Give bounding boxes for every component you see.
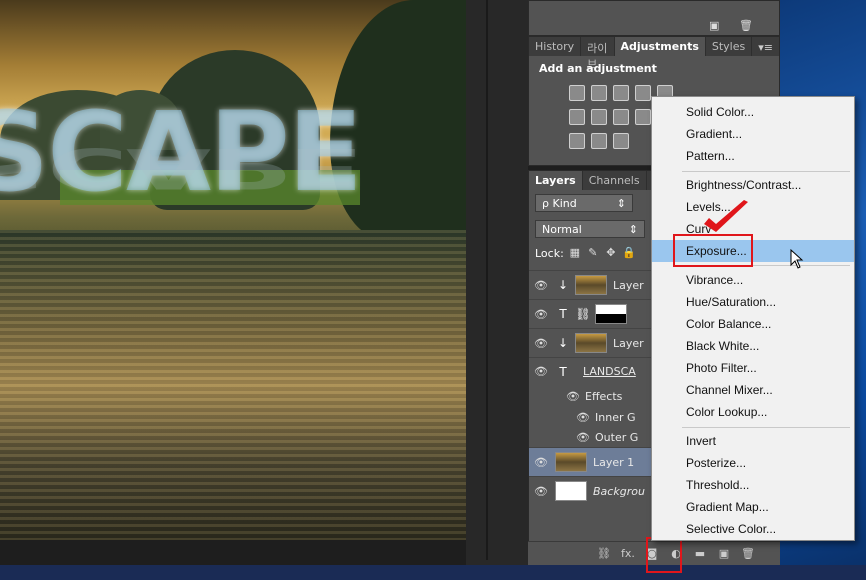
lock-label: Lock: <box>535 246 564 260</box>
hue-saturation-icon[interactable] <box>569 109 585 125</box>
folder-icon[interactable]: ▬ <box>692 547 708 560</box>
effect-name: Outer G <box>595 430 639 444</box>
lock-brush-icon[interactable]: ✎ <box>586 246 600 260</box>
layer-thumbnail <box>555 452 587 472</box>
layer-name: Backgrou <box>593 484 645 498</box>
link-icon: ⛓ <box>575 307 591 321</box>
menu-item-selective-color[interactable]: Selective Color... <box>652 518 854 540</box>
tab-styles[interactable]: Styles <box>706 37 753 56</box>
menu-item-gradient[interactable]: Gradient... <box>652 123 854 145</box>
new-layer-icon[interactable]: ▣ <box>716 547 732 560</box>
layer-thumbnail <box>575 333 607 353</box>
tab-live[interactable]: 라이브 <box>581 37 615 71</box>
lock-all-icon[interactable]: 🔒 <box>622 246 636 260</box>
tab-channels[interactable]: Channels <box>583 171 647 190</box>
menu-separator <box>682 171 850 172</box>
menu-item-color-balance[interactable]: Color Balance... <box>652 313 854 335</box>
menu-item-brightness-contrast[interactable]: Brightness/Contrast... <box>652 174 854 196</box>
eye-icon[interactable]: 👁 <box>529 337 553 350</box>
fx-icon[interactable]: fx. <box>620 547 636 560</box>
layer-name: Layer <box>613 336 644 350</box>
eye-icon[interactable]: 👁 <box>529 279 553 292</box>
menu-separator <box>682 427 850 428</box>
menu-item-threshold[interactable]: Threshold... <box>652 474 854 496</box>
menu-item-vibrance[interactable]: Vibrance... <box>652 269 854 291</box>
curves-icon[interactable] <box>613 85 629 101</box>
blend-mode-select[interactable]: Normal ⇕ <box>535 220 645 238</box>
checkmark-annotation-icon <box>704 200 748 232</box>
lock-transparent-icon[interactable]: ▦ <box>568 246 582 260</box>
divider <box>486 0 488 560</box>
taskbar <box>0 565 866 580</box>
text-layer-icon: T <box>559 364 567 379</box>
invert-icon[interactable] <box>569 133 585 149</box>
tab-adjustments[interactable]: Adjustments <box>614 37 706 56</box>
menu-item-levels[interactable]: Levels... <box>652 196 854 218</box>
lock-move-icon[interactable]: ✥ <box>604 246 618 260</box>
effect-name: Inner G <box>595 410 636 424</box>
filter-kind-label: ρ Kind <box>542 196 577 210</box>
threshold-icon[interactable] <box>613 133 629 149</box>
chevron-updown-icon: ⇕ <box>616 196 626 210</box>
menu-item-solid-color[interactable]: Solid Color... <box>652 101 854 123</box>
posterize-icon[interactable] <box>591 133 607 149</box>
new-adjustment-layer-menu: Solid Color... Gradient... Pattern... Br… <box>651 96 855 541</box>
menu-item-black-white[interactable]: Black White... <box>652 335 854 357</box>
tab-layers[interactable]: Layers <box>529 171 583 190</box>
eye-icon[interactable]: 👁 <box>529 308 553 321</box>
eye-icon[interactable]: 👁 <box>571 431 595 444</box>
document-canvas[interactable]: SCAPE SCAPE <box>0 0 466 540</box>
panel-menu-icon[interactable]: ▾≡ <box>752 39 779 56</box>
menu-item-gradient-map[interactable]: Gradient Map... <box>652 496 854 518</box>
blend-mode-value: Normal <box>542 222 582 236</box>
menu-item-hue-saturation[interactable]: Hue/Saturation... <box>652 291 854 313</box>
brightness-icon[interactable] <box>569 85 585 101</box>
layer-name: Layer <box>613 278 644 292</box>
trash-icon[interactable]: 🗑 <box>739 19 753 32</box>
chevron-updown-icon: ⇕ <box>628 222 638 236</box>
trash-icon[interactable]: 🗑 <box>740 547 756 560</box>
river-water <box>0 230 466 540</box>
exposure-icon[interactable] <box>635 85 651 101</box>
layer-name: LANDSCA <box>583 365 636 378</box>
black-white-icon[interactable] <box>613 109 629 125</box>
exposure-highlight-box <box>673 234 753 267</box>
eye-icon[interactable]: 👁 <box>529 365 553 378</box>
tab-history[interactable]: History <box>529 37 582 56</box>
eye-icon[interactable]: 👁 <box>529 456 553 469</box>
color-balance-icon[interactable] <box>591 109 607 125</box>
layer-name: Layer 1 <box>593 455 635 469</box>
eye-icon[interactable]: 👁 <box>561 390 585 403</box>
layer-thumbnail <box>555 481 587 501</box>
add-adjustment-heading: Add an adjustment <box>539 62 657 75</box>
workspace-gap <box>466 0 528 580</box>
menu-item-channel-mixer[interactable]: Channel Mixer... <box>652 379 854 401</box>
mask-thumbnail <box>595 304 627 324</box>
layer-thumbnail <box>575 275 607 295</box>
levels-icon[interactable] <box>591 85 607 101</box>
history-panel-footer: ▣ 🗑 <box>528 0 780 36</box>
effects-label: Effects <box>585 389 623 403</box>
eye-icon[interactable]: 👁 <box>529 485 553 498</box>
menu-item-color-lookup[interactable]: Color Lookup... <box>652 401 854 423</box>
photo-filter-icon[interactable] <box>635 109 651 125</box>
link-icon[interactable]: ⛓ <box>596 547 612 560</box>
mouse-cursor-icon <box>790 249 804 269</box>
menu-item-pattern[interactable]: Pattern... <box>652 145 854 167</box>
new-snapshot-icon[interactable]: ▣ <box>709 19 723 32</box>
eye-icon[interactable]: 👁 <box>571 411 595 424</box>
text-layer-icon: T <box>559 307 567 321</box>
landscape-text-reflection: SCAPE <box>0 136 361 200</box>
clip-arrow-icon: ↓ <box>557 336 569 350</box>
menu-item-photo-filter[interactable]: Photo Filter... <box>652 357 854 379</box>
adjustment-button-highlight <box>646 537 682 573</box>
menu-item-invert[interactable]: Invert <box>652 430 854 452</box>
adjustments-tab-bar: History 라이브 Adjustments Styles ▾≡ <box>529 37 779 71</box>
clip-arrow-icon: ↓ <box>557 278 569 292</box>
menu-item-posterize[interactable]: Posterize... <box>652 452 854 474</box>
layer-filter-select[interactable]: ρ Kind ⇕ <box>535 194 633 212</box>
